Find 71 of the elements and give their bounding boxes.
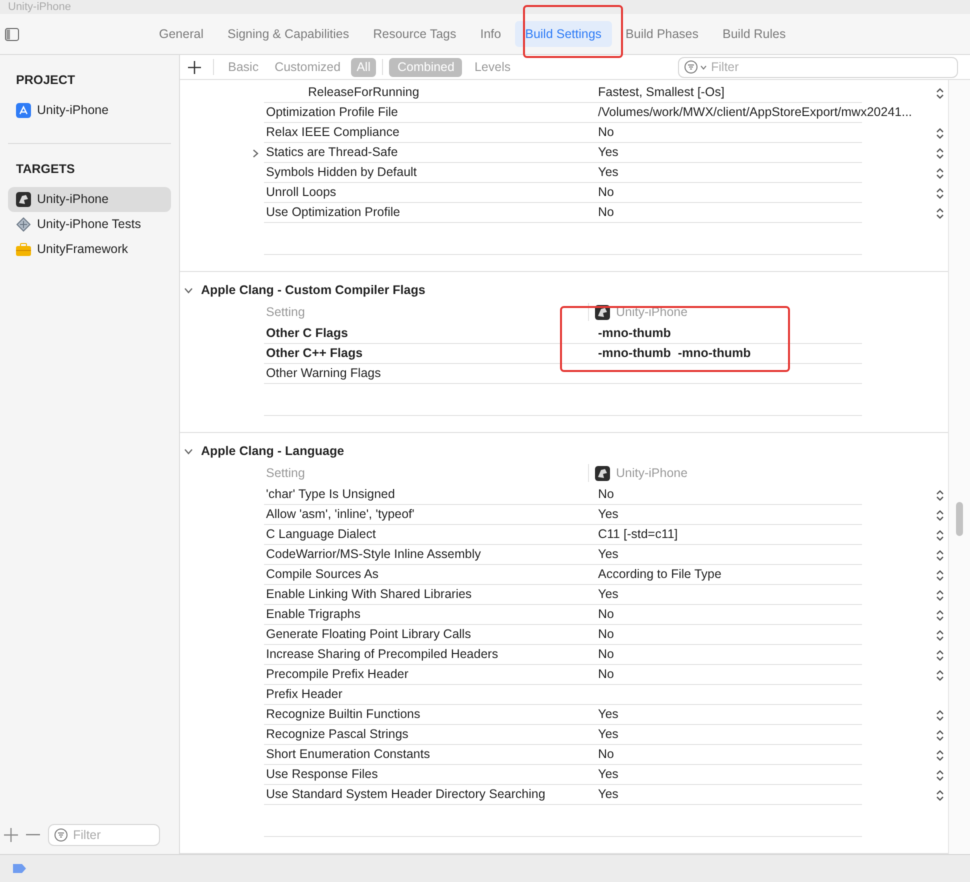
setting-value[interactable]: Yes <box>598 505 618 524</box>
setting-value[interactable]: Yes <box>598 143 618 162</box>
setting-name[interactable]: Short Enumeration Constants <box>264 745 598 764</box>
tab[interactable]: Signing & Capabilities <box>217 20 360 48</box>
setting-name[interactable]: Statics are Thread-Safe <box>264 143 598 162</box>
setting-name[interactable]: Compile Sources As <box>264 565 598 584</box>
setting-value[interactable]: No <box>598 203 614 222</box>
tab[interactable]: Build Phases <box>616 20 709 48</box>
setting-name[interactable]: Prefix Header <box>264 685 598 704</box>
window-title: Unity-iPhone <box>8 0 71 14</box>
setting-value[interactable]: No <box>598 485 614 504</box>
setting-value[interactable]: Yes <box>598 785 618 804</box>
setting-value[interactable]: Yes <box>598 765 618 784</box>
setting-name[interactable]: Enable Linking With Shared Libraries <box>264 585 598 604</box>
setting-name[interactable]: Recognize Builtin Functions <box>264 705 598 724</box>
setting-value[interactable]: /Volumes/work/MWX/client/AppStoreExport/mwx20241... <box>598 103 912 122</box>
tab[interactable]: Resource Tags <box>363 20 466 48</box>
filter-field[interactable]: Filter <box>48 824 160 846</box>
setting-value[interactable]: C11 [-std=c11] <box>598 525 678 544</box>
setting-value[interactable]: Fastest, Smallest [-Os] <box>598 83 724 102</box>
setting-name[interactable]: Symbols Hidden by Default <box>264 163 598 182</box>
sidebar-item[interactable]: Unity-iPhone <box>8 186 171 212</box>
setting-value[interactable]: -mno-thumb <box>598 324 671 343</box>
tab[interactable]: Build Rules <box>712 20 796 48</box>
setting-name[interactable]: Increase Sharing of Precompiled Headers <box>264 645 598 664</box>
tab[interactable]: General <box>149 20 214 48</box>
sidebar-heading: TARGETS <box>15 160 76 178</box>
setting-name[interactable]: CodeWarrior/MS-Style Inline Assembly <box>264 545 598 564</box>
setting-name[interactable]: Generate Floating Point Library Calls <box>264 625 598 644</box>
sidebar-item[interactable]: UnityFramework <box>8 236 171 262</box>
sidebar-heading: PROJECT <box>15 72 76 89</box>
column-header: Setting <box>266 464 306 482</box>
setting-name[interactable]: Relax IEEE Compliance <box>264 123 598 142</box>
setting-name[interactable]: Precompile Prefix Header <box>264 665 598 684</box>
sidebar-item[interactable]: Unity-iPhone <box>8 98 171 123</box>
column-header: Unity-iPhone <box>616 304 688 321</box>
setting-value[interactable]: According to File Type <box>598 565 722 584</box>
setting-value[interactable]: No <box>598 625 614 644</box>
setting-name[interactable]: Other C++ Flags <box>264 344 598 363</box>
setting-name[interactable]: Other Warning Flags <box>264 364 598 383</box>
setting-value[interactable]: -mno-thumb -mno-thumb <box>598 344 751 363</box>
setting-name[interactable]: Optimization Profile File <box>264 103 598 122</box>
setting-name[interactable]: Allow 'asm', 'inline', 'typeof' <box>264 505 598 524</box>
section-title[interactable]: Apple Clang - Custom Compiler Flags <box>201 280 426 300</box>
setting-name[interactable]: Enable Trigraphs <box>264 605 598 624</box>
setting-value[interactable]: No <box>598 665 614 684</box>
setting-value[interactable]: Yes <box>598 725 618 744</box>
setting-value[interactable]: No <box>598 745 614 764</box>
setting-name[interactable]: Use Standard System Header Directory Searching <box>264 785 598 804</box>
filter-field[interactable]: Filter <box>678 56 958 78</box>
setting-name[interactable]: ReleaseForRunning <box>264 83 598 102</box>
setting-name[interactable]: Use Optimization Profile <box>264 203 598 222</box>
tab[interactable]: Info <box>470 20 512 48</box>
setting-name[interactable]: Use Response Files <box>264 765 598 784</box>
setting-value[interactable]: No <box>598 645 614 664</box>
setting-value[interactable]: Yes <box>598 585 618 604</box>
setting-name[interactable]: Unroll Loops <box>264 183 598 202</box>
setting-name[interactable]: Recognize Pascal Strings <box>264 725 598 744</box>
setting-value[interactable]: Yes <box>598 163 618 182</box>
setting-name[interactable]: 'char' Type Is Unsigned <box>264 485 598 504</box>
column-header: Unity-iPhone <box>616 464 688 482</box>
setting-value[interactable]: Yes <box>598 705 618 724</box>
setting-value[interactable]: No <box>598 605 614 624</box>
sidebar-item[interactable]: Unity-iPhone Tests <box>8 212 171 236</box>
setting-name[interactable]: Other C Flags <box>264 324 598 343</box>
column-header: Setting <box>266 304 306 321</box>
section-title[interactable]: Apple Clang - Language <box>201 442 344 460</box>
setting-name[interactable]: C Language Dialect <box>264 525 598 544</box>
setting-value[interactable]: No <box>598 123 614 142</box>
setting-value[interactable]: Yes <box>598 545 618 564</box>
setting-value[interactable]: No <box>598 183 614 202</box>
